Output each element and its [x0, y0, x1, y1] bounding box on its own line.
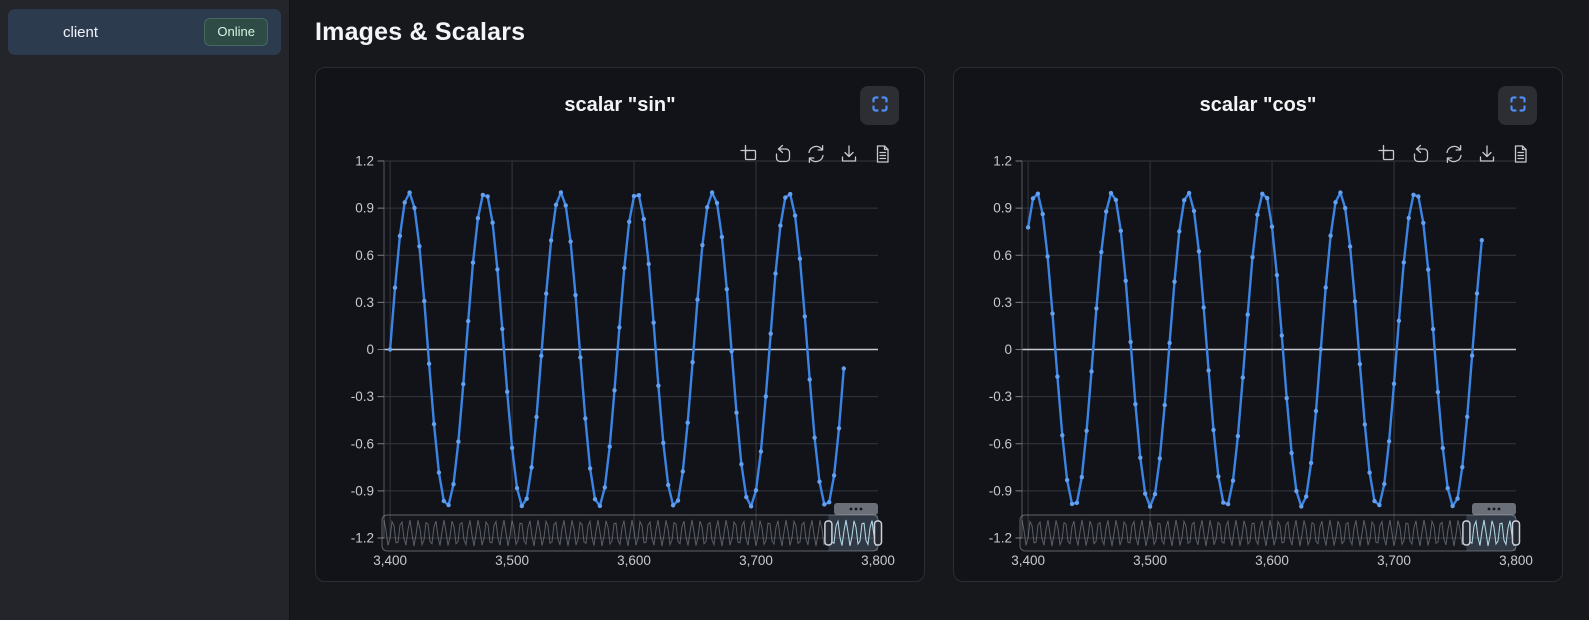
previous-view-button[interactable] [772, 143, 794, 165]
svg-text:-0.3: -0.3 [989, 389, 1012, 404]
svg-text:3,700: 3,700 [739, 553, 773, 568]
svg-text:3,500: 3,500 [495, 553, 529, 568]
svg-text:3,800: 3,800 [861, 553, 895, 568]
navigator-handle-left[interactable] [825, 521, 832, 545]
plot-toolbar [739, 143, 893, 165]
navigator-selection[interactable] [1466, 515, 1516, 551]
svg-text:0.3: 0.3 [993, 295, 1012, 310]
svg-text:0.6: 0.6 [355, 248, 374, 263]
client-label: client [8, 24, 98, 41]
chart-panel-cos: scalar "cos" [953, 67, 1563, 582]
reset-view-icon [1443, 143, 1465, 165]
data-document-button[interactable] [871, 143, 893, 165]
x-axis: 3,400 3,500 3,600 3,700 3,800 [1011, 553, 1533, 568]
svg-text:3,600: 3,600 [617, 553, 651, 568]
box-zoom-button[interactable] [739, 143, 761, 165]
grid [1022, 161, 1516, 538]
navigator-handle-right[interactable] [875, 521, 882, 545]
navigator-handle-left[interactable] [1463, 521, 1470, 545]
download-button[interactable] [1476, 143, 1498, 165]
previous-view-icon [772, 143, 794, 165]
svg-text:3,700: 3,700 [1377, 553, 1411, 568]
reset-view-button[interactable] [805, 143, 827, 165]
reset-view-icon [805, 143, 827, 165]
previous-view-button[interactable] [1410, 143, 1432, 165]
y-axis: 1.2 0.9 0.6 0.3 0 -0.3 -0.6 -0.9 -1.2 [989, 154, 1022, 546]
svg-text:-0.9: -0.9 [351, 483, 374, 498]
navigator-selection[interactable] [828, 515, 878, 551]
svg-text:-0.9: -0.9 [989, 483, 1012, 498]
status-badge: Online [204, 18, 268, 46]
page-title: Images & Scalars [315, 18, 1563, 47]
svg-text:3,600: 3,600 [1255, 553, 1289, 568]
download-button[interactable] [838, 143, 860, 165]
data-document-button[interactable] [1509, 143, 1531, 165]
download-icon [838, 143, 860, 165]
svg-text:3,400: 3,400 [373, 553, 407, 568]
chart-panel-sin: scalar "sin" [315, 67, 925, 582]
svg-text:0.9: 0.9 [993, 201, 1012, 216]
data-document-icon [1509, 143, 1531, 165]
svg-text:0: 0 [1004, 342, 1012, 357]
box-zoom-icon [739, 143, 761, 165]
svg-text:-0.3: -0.3 [351, 389, 374, 404]
data-document-icon [871, 143, 893, 165]
navigator-handle-right[interactable] [1513, 521, 1520, 545]
svg-text:3,800: 3,800 [1499, 553, 1533, 568]
svg-text:-0.6: -0.6 [351, 436, 374, 451]
svg-text:3,500: 3,500 [1133, 553, 1167, 568]
box-zoom-button[interactable] [1377, 143, 1399, 165]
svg-text:0.6: 0.6 [993, 248, 1012, 263]
svg-text:1.2: 1.2 [993, 154, 1012, 169]
chart-panels-row: scalar "sin" [315, 67, 1563, 582]
sidebar: client Online [0, 0, 290, 620]
svg-text:3,400: 3,400 [1011, 553, 1045, 568]
svg-text:1.2: 1.2 [355, 154, 374, 169]
sidebar-item-client[interactable]: client Online [8, 9, 281, 55]
chart-title: scalar "cos" [954, 94, 1562, 117]
navigator[interactable] [382, 503, 882, 551]
fullscreen-button[interactable] [1498, 86, 1537, 125]
fullscreen-icon [1509, 95, 1527, 116]
fullscreen-button[interactable] [860, 86, 899, 125]
y-axis: 1.2 0.9 0.6 0.3 0 -0.3 -0.6 -0.9 -1.2 [351, 154, 384, 546]
box-zoom-icon [1377, 143, 1399, 165]
previous-view-icon [1410, 143, 1432, 165]
svg-text:0: 0 [366, 342, 374, 357]
svg-text:-1.2: -1.2 [351, 531, 374, 546]
svg-text:0.9: 0.9 [355, 201, 374, 216]
svg-text:0.3: 0.3 [355, 295, 374, 310]
reset-view-button[interactable] [1443, 143, 1465, 165]
svg-text:-1.2: -1.2 [989, 531, 1012, 546]
plot-toolbar [1377, 143, 1531, 165]
fullscreen-icon [871, 95, 889, 116]
svg-text:-0.6: -0.6 [989, 436, 1012, 451]
main-content: Images & Scalars scalar "sin" [290, 0, 1589, 620]
chart-title: scalar "sin" [316, 94, 924, 117]
navigator[interactable] [1020, 503, 1520, 551]
download-icon [1476, 143, 1498, 165]
x-axis: 3,400 3,500 3,600 3,700 3,800 [373, 553, 895, 568]
